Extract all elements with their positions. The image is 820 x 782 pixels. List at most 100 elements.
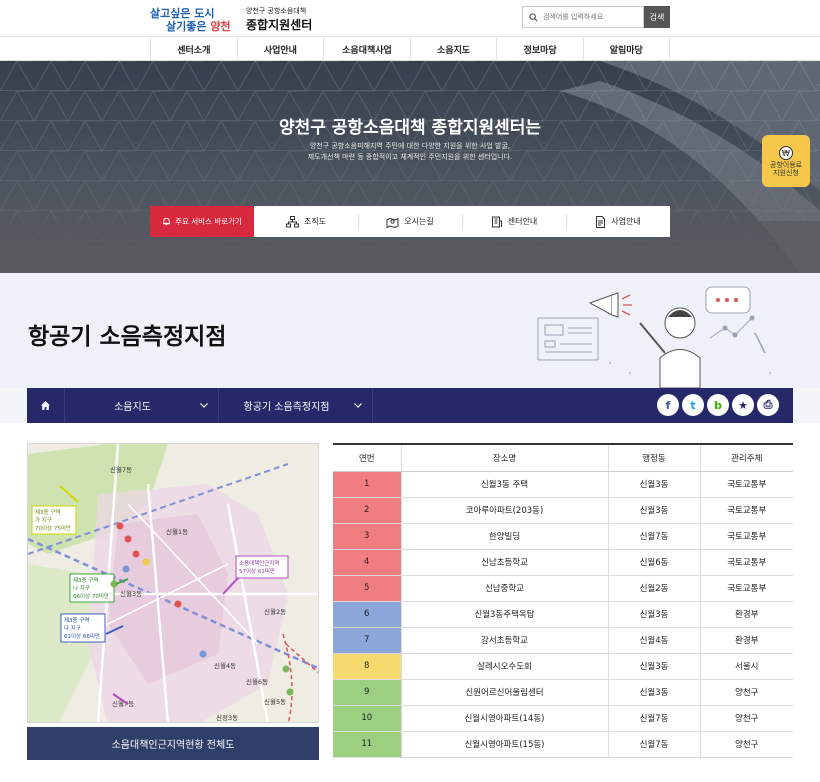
table-row: 8 살레시오수도회 신월3동 서울시 [333,653,793,680]
row-owner: 양천구 [699,731,793,758]
svg-text:신월3동: 신월3동 [120,589,142,598]
quick-link-label: 조직도 [303,217,327,226]
row-owner: 양천구 [699,679,793,706]
row-no: 11 [333,731,401,758]
bell-icon [162,217,171,226]
blog-share-button[interactable]: b [707,394,729,416]
hero-banner: 양천구 공항소음대책 종합지원센터는 양천구 공항소음피해지역 주민에 대한 다… [0,61,820,273]
quick-link-label: 센터안내 [507,217,538,226]
nav-item-center[interactable]: 센터소개 [150,37,237,61]
row-no: 9 [333,679,401,706]
coin-icon: ₩ [779,145,793,160]
svg-text:제3종 구역: 제3종 구역 [35,508,61,516]
svg-text:가 지구: 가 지구 [35,516,52,524]
quick-link-center-info[interactable]: 센터안내 [462,206,566,237]
table-row: 3 한양빌딩 신월7동 국토교통부 [333,523,793,550]
row-owner: 양천구 [699,705,793,732]
twitter-share-button[interactable]: t [682,394,704,416]
row-dong: 신월7동 [607,523,700,550]
table-row: 2 코아루아파트(203동) 신월3동 국토교통부 [333,497,793,524]
svg-text:61이상 66미만: 61이상 66미만 [64,632,100,640]
col-header-dong: 행정동 [607,443,700,472]
row-dong: 신월3동 [607,471,700,498]
quick-link-directions[interactable]: 오시는길 [358,206,462,237]
table-row: 1 신월3동 주택 신월3동 국토교통부 [333,471,793,498]
svg-text:57이상 61미만: 57이상 61미만 [239,567,275,575]
nav-item-noise-map[interactable]: 소음지도 [409,37,497,61]
svg-text:신정3동: 신정3동 [216,713,238,722]
hero-subtitle-line2: 제도개선책 마련 등 종합적이고 체계적인 주민지원을 위한 센터입니다. [307,153,513,161]
breadcrumb-level2-dropdown[interactable]: 항공기 소음측정지점 [219,388,373,423]
quick-link-org-chart[interactable]: 조직도 [254,206,358,237]
row-no: 1 [333,471,401,498]
airport-fee-label-1: 공항이용료 [769,160,803,169]
quick-service-bar: 주요 서비스 바로가기 조직도 오시는길 센터안내 사업안내 [150,206,670,237]
row-dong: 신월4동 [607,627,700,654]
search-input[interactable] [543,13,635,21]
row-place: 신월3동주택옥탑 [400,601,608,628]
map-pin-icon [386,217,399,228]
row-owner: 환경부 [699,627,793,654]
svg-text:신월5동: 신월5동 [264,697,286,706]
row-dong: 신월3동 [607,601,700,628]
quick-service-button[interactable]: 주요 서비스 바로가기 [150,206,254,237]
quick-link-business-info[interactable]: 사업안내 [566,206,670,237]
bookmark-button[interactable]: ★ [732,394,754,416]
svg-text:신월6동: 신월6동 [246,677,268,686]
row-no: 3 [333,523,401,550]
noise-map-drawing: 제3종 구역 가 지구 70이상 75미만 제3종 구역 나 지구 66이상 7… [28,444,318,722]
row-owner: 국토교통부 [699,523,793,550]
nav-item-info[interactable]: 정보마당 [496,37,583,61]
row-place: 신월시영아파트(14동) [400,705,608,732]
airport-fee-apply-button[interactable]: ₩ 공항이용료 지원신청 [762,135,810,187]
table-row: 5 신남중학교 신월2동 국토교통부 [333,575,793,602]
main-nav: 센터소개 사업안내 소음대책사업 소음지도 정보마당 알림마당 [0,37,820,61]
search-icon [529,12,538,22]
row-owner: 환경부 [699,601,793,628]
row-owner: 서울시 [699,653,793,680]
full-map-button[interactable]: 소음대책인근지역현황 전체도 [27,727,319,760]
share-buttons: f t b ★ ⎙ [657,394,779,416]
col-header-place: 장소명 [400,443,608,472]
logo-slogan-line2: 살기좋은 양천 [166,20,231,33]
main-content: 제3종 구역 가 지구 70이상 75미만 제3종 구역 나 지구 66이상 7… [0,423,820,782]
hero-title: 양천구 공항소음대책 종합지원센터는 [278,118,542,138]
table-row: 10 신월시영아파트(14동) 신월7동 양천구 [333,705,793,732]
row-place: 살레시오수도회 [400,653,608,680]
building-icon [491,216,502,227]
row-no: 2 [333,497,401,524]
nav-item-notice[interactable]: 알림마당 [582,37,670,61]
org-chart-icon [285,215,299,227]
row-place: 신월시영아파트(15동) [400,731,608,758]
svg-text:소음대책인근지역: 소음대책인근지역 [239,559,279,567]
search-box [522,6,644,28]
row-place: 신원어르신어울림센터 [400,679,608,706]
nav-item-noise-measures[interactable]: 소음대책사업 [323,37,410,61]
print-button[interactable]: ⎙ [757,394,779,416]
svg-text:70이상 75미만: 70이상 75미만 [35,524,71,532]
row-no: 4 [333,549,401,576]
chevron-down-icon [354,403,362,408]
row-place: 코아루아파트(203동) [400,497,608,524]
site-logo[interactable]: 살고싶은 도시 살기좋은 양천 양천구 공항소음대책 종합지원센터 [140,5,320,33]
page-title: 항공기 소음측정지점 [28,324,227,350]
table-row: 9 신원어르신어울림센터 신월3동 양천구 [333,679,793,706]
logo-center-line2: 종합지원센터 [246,18,313,32]
nav-item-business[interactable]: 사업안내 [236,37,324,61]
quick-service-label: 주요 서비스 바로가기 [175,217,242,226]
page-title-area: 항공기 소음측정지점 [0,273,820,388]
airport-fee-label-2: 지원신청 [773,169,799,177]
row-no: 7 [333,627,401,654]
row-dong: 신월2동 [607,575,700,602]
row-owner: 국토교통부 [699,575,793,602]
breadcrumb-level1-label: 소음지도 [114,402,151,413]
breadcrumb-level1-dropdown[interactable]: 소음지도 [65,388,219,423]
facebook-share-button[interactable]: f [657,394,679,416]
search-button[interactable]: 검색 [644,6,670,28]
noise-map-image[interactable]: 제3종 구역 가 지구 70이상 75미만 제3종 구역 나 지구 66이상 7… [27,443,319,723]
table-row: 7 강서초등학교 신월4동 환경부 [333,627,793,654]
top-header: 살고싶은 도시 살기좋은 양천 양천구 공항소음대책 종합지원센터 검색 [0,0,820,37]
home-button[interactable] [27,388,65,423]
svg-text:신월7동: 신월7동 [110,465,132,474]
row-place: 신남초등학교 [400,549,608,576]
